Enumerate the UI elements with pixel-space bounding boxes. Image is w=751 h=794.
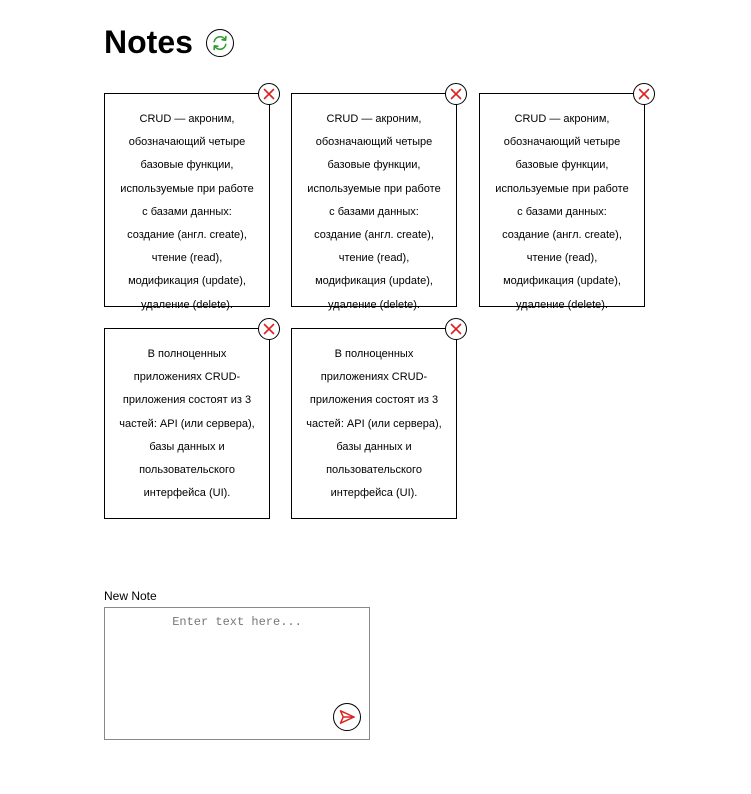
note-text: В полноценных приложениях CRUD-приложени…	[306, 348, 442, 500]
delete-note-button[interactable]	[445, 318, 467, 340]
close-icon	[449, 87, 463, 101]
header: Notes	[104, 22, 234, 62]
delete-note-button[interactable]	[445, 83, 467, 105]
close-icon	[637, 87, 651, 101]
page-title: Notes	[104, 24, 193, 60]
delete-note-button[interactable]	[633, 83, 655, 105]
new-note-label: New Note	[104, 589, 157, 603]
close-icon	[262, 322, 276, 336]
delete-note-button[interactable]	[258, 83, 280, 105]
refresh-icon	[210, 33, 230, 53]
send-button[interactable]	[333, 703, 361, 731]
delete-note-button[interactable]	[258, 318, 280, 340]
note-card: В полноценных приложениях CRUD-приложени…	[104, 318, 280, 519]
new-note-form: New Note	[104, 589, 370, 740]
note-card: В полноценных приложениях CRUD-приложени…	[291, 318, 467, 519]
new-note-input[interactable]	[105, 608, 369, 739]
note-text: CRUD — акроним, обозначающий четыре базо…	[307, 113, 441, 311]
note-text: В полноценных приложениях CRUD-приложени…	[119, 348, 255, 500]
notes-page: Notes CRUD — акроним, обозначающий четыр…	[0, 0, 751, 794]
send-icon	[338, 708, 356, 726]
close-icon	[449, 322, 463, 336]
note-text: CRUD — акроним, обозначающий четыре базо…	[495, 113, 629, 311]
new-note-box	[104, 607, 370, 740]
refresh-button[interactable]	[206, 29, 234, 57]
note-card: CRUD — акроним, обозначающий четыре базо…	[291, 83, 467, 311]
note-card: CRUD — акроним, обозначающий четыре базо…	[104, 83, 280, 311]
close-icon	[262, 87, 276, 101]
note-text: CRUD — акроним, обозначающий четыре базо…	[120, 113, 254, 311]
note-card: CRUD — акроним, обозначающий четыре базо…	[479, 83, 655, 311]
